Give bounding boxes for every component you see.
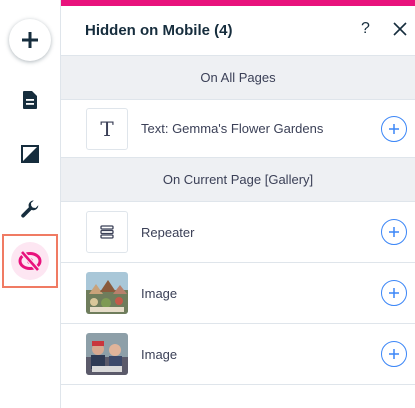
page-icon [23, 91, 37, 109]
image-thumbnail [86, 272, 128, 314]
list-item-image: Image [61, 263, 415, 324]
repeater-icon [100, 225, 114, 239]
close-icon[interactable] [391, 20, 409, 38]
panel-title: Hidden on Mobile (4) [85, 22, 233, 39]
section-header-all-pages: On All Pages [61, 56, 415, 100]
image-photo-market [86, 272, 128, 314]
image-thumbnail [86, 333, 128, 375]
hidden-eye-icon [18, 250, 42, 272]
section-header-current-page: On Current Page [Gallery] [61, 158, 415, 202]
list-item-label: Image [141, 346, 178, 362]
list-item-image: Image [61, 324, 415, 385]
left-toolbar [0, 0, 61, 408]
background-icon [21, 145, 39, 163]
image-photo-people [86, 333, 128, 375]
help-icon[interactable]: ? [361, 20, 370, 38]
settings-button[interactable] [14, 193, 46, 225]
show-on-mobile-button[interactable] [381, 341, 407, 367]
plus-icon [389, 227, 399, 237]
plus-icon [389, 288, 399, 298]
list-item-repeater: Repeater [61, 202, 415, 263]
show-on-mobile-button[interactable] [381, 219, 407, 245]
background-button[interactable] [14, 138, 46, 170]
hidden-on-mobile-button[interactable] [11, 242, 49, 280]
list-item-label: Text: Gemma's Flower Gardens [141, 121, 324, 136]
show-on-mobile-button[interactable] [381, 115, 407, 142]
add-button[interactable] [9, 19, 51, 61]
pages-button[interactable] [14, 84, 46, 116]
plus-icon [22, 32, 38, 48]
hidden-elements-highlight [2, 234, 58, 288]
wrench-icon [21, 200, 39, 218]
list-item-text: T Text: Gemma's Flower Gardens [61, 100, 415, 158]
plus-icon [389, 349, 399, 359]
text-thumbnail: T [86, 107, 128, 150]
hidden-on-mobile-panel: Hidden on Mobile (4) ? On All Pages T Te… [61, 0, 415, 408]
list-item-label: Repeater [141, 224, 195, 240]
text-t-icon: T [100, 116, 114, 141]
show-on-mobile-button[interactable] [381, 280, 407, 306]
panel-header: Hidden on Mobile (4) ? [61, 6, 415, 56]
plus-icon [389, 123, 399, 134]
list-item-label: Image [141, 285, 178, 301]
repeater-thumbnail [86, 211, 128, 253]
